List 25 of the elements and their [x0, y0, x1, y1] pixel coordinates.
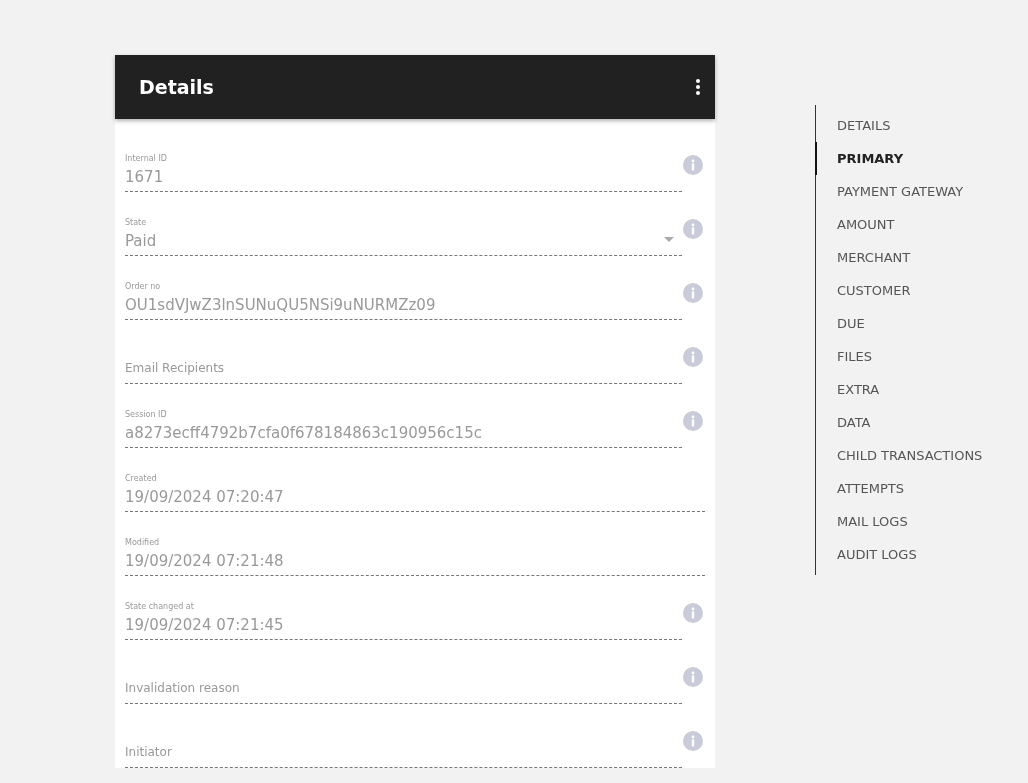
nav-link[interactable]: AMOUNT	[815, 208, 983, 241]
nav-link[interactable]: PAYMENT GATEWAY	[815, 175, 983, 208]
nav-link[interactable]: CHILD TRANSACTIONS	[815, 439, 983, 472]
dropdown-caret-icon[interactable]	[664, 237, 674, 242]
nav-link[interactable]: PRIMARY	[815, 142, 983, 175]
info-icon[interactable]	[683, 347, 703, 367]
info-icon[interactable]	[683, 411, 703, 431]
nav-link[interactable]: MAIL LOGS	[815, 505, 983, 538]
nav-link[interactable]: EXTRA	[815, 373, 983, 406]
nav-link[interactable]: FILES	[815, 340, 983, 373]
nav-link[interactable]: ATTEMPTS	[815, 472, 983, 505]
info-icon[interactable]	[683, 603, 703, 623]
nav-link[interactable]: AUDIT LOGS	[815, 538, 983, 571]
nav-link[interactable]: DATA	[815, 406, 983, 439]
info-icon[interactable]	[683, 219, 703, 239]
info-icon[interactable]	[683, 731, 703, 751]
info-icon[interactable]	[683, 667, 703, 687]
nav-link[interactable]: MERCHANT	[815, 241, 983, 274]
card-title: Details	[139, 76, 214, 98]
nav-link[interactable]: DETAILS	[815, 109, 983, 142]
nav-link[interactable]: DUE	[815, 307, 983, 340]
nav-link[interactable]: CUSTOMER	[815, 274, 983, 307]
info-icon[interactable]	[683, 283, 703, 303]
more-options-icon[interactable]	[695, 78, 701, 96]
info-icon[interactable]	[683, 155, 703, 175]
